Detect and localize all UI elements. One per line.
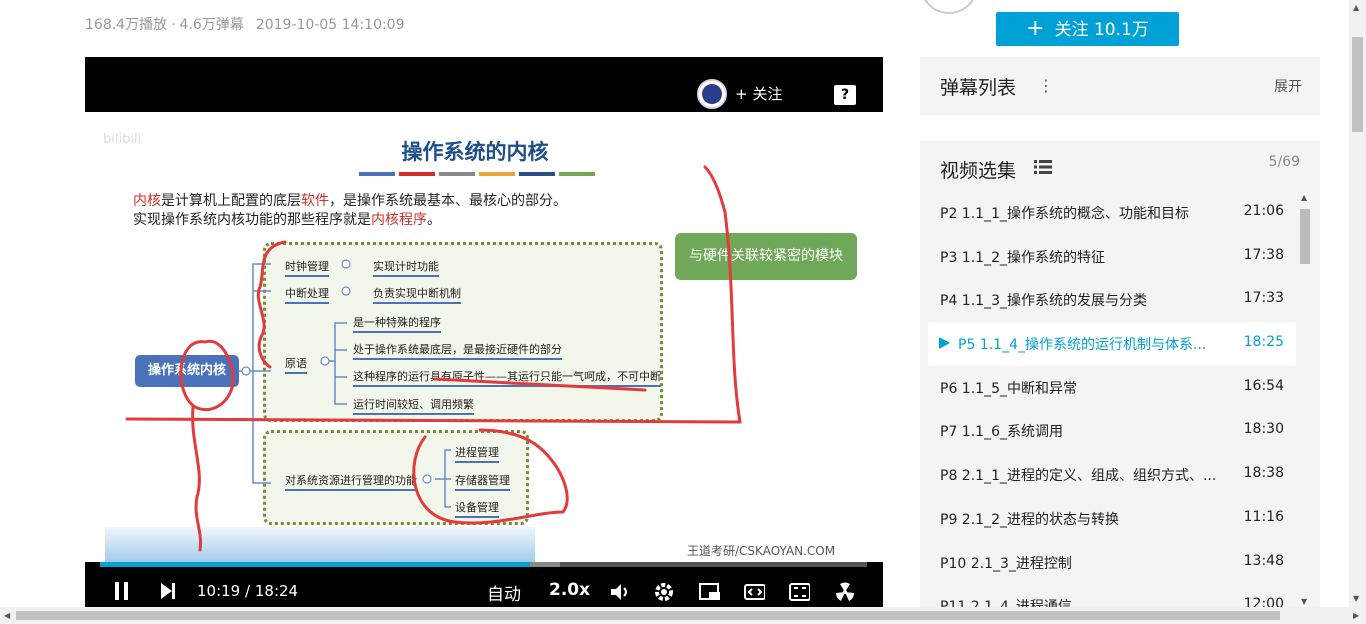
- episode-item[interactable]: P7 1.1_6_系统调用 18:30: [928, 409, 1296, 453]
- follow-button[interactable]: + 关注 10.1万: [996, 12, 1179, 46]
- page-vertical-scrollbar[interactable]: ▲ ▼: [1349, 0, 1366, 607]
- episode-item[interactable]: P6 1.1_5_中断和异常 16:54: [928, 366, 1296, 410]
- page-scroll-up-icon[interactable]: ▲: [1353, 3, 1359, 12]
- speed-select[interactable]: 2.0x: [549, 580, 590, 600]
- episode-item[interactable]: P10 2.1_3_进程控制 13:48: [928, 541, 1296, 585]
- view-count: 168.4万播放: [85, 17, 168, 33]
- episode-list-scrollbar[interactable]: ▲ ▼: [1298, 191, 1312, 611]
- episode-duration: 17:33: [1243, 290, 1284, 307]
- widescreen-icon[interactable]: [743, 581, 765, 603]
- episode-duration: 11:16: [1243, 508, 1284, 525]
- episode-title: P3 1.1_2_操作系统的特征: [940, 249, 1105, 266]
- page-scroll-left-icon[interactable]: ◀: [4, 611, 10, 620]
- scroll-up-arrow-icon[interactable]: ▲: [1301, 193, 1307, 202]
- pause-icon[interactable]: [113, 581, 135, 603]
- danmaku-count: 4.6万弹幕: [179, 17, 244, 33]
- page-horizontal-scrollbar[interactable]: ◀ ▶: [0, 607, 1366, 624]
- web-fullscreen-icon[interactable]: [788, 581, 810, 603]
- episode-title: P4 1.1_3_操作系统的发展与分类: [940, 293, 1147, 310]
- episode-list: P2 1.1_1_操作系统的概念、功能和目标 21:06 P3 1.1_2_操作系…: [928, 191, 1296, 611]
- episode-count: 5/69: [1268, 154, 1300, 170]
- player-follow-button[interactable]: + 关注: [735, 83, 782, 104]
- fullscreen-icon[interactable]: [833, 580, 855, 602]
- publish-date: 2019-10-05 14:10:09: [255, 17, 405, 33]
- page-scroll-down-icon[interactable]: ▼: [1353, 594, 1359, 603]
- help-icon[interactable]: ?: [834, 85, 856, 105]
- quality-select[interactable]: 自动: [487, 580, 521, 605]
- time-display: 10:19 / 18:24: [197, 582, 299, 600]
- volume-icon[interactable]: [609, 581, 631, 603]
- list-view-icon[interactable]: [1034, 160, 1052, 174]
- picture-in-picture-icon[interactable]: [698, 581, 720, 603]
- episode-duration: 18:25: [1243, 334, 1284, 351]
- episode-title: P9 2.1_2_进程的状态与转换: [940, 511, 1119, 528]
- video-player[interactable]: + 关注 ? bilibili 操作系统的内核 内核是计算机上配置的底层软件，是…: [85, 57, 883, 607]
- uploader-avatar-partial[interactable]: [920, 0, 978, 14]
- episode-title: P5 1.1_4_操作系统的运行机制与体系...: [958, 337, 1207, 354]
- episode-item[interactable]: P2 1.1_1_操作系统的概念、功能和目标 21:06: [928, 191, 1296, 235]
- plus-icon: +: [1026, 16, 1045, 41]
- episode-list-panel: 视频选集 5/69 P2 1.1_1_操作系统的概念、功能和目标 21:06 P3…: [920, 141, 1320, 611]
- page-vertical-thumb[interactable]: [1352, 37, 1363, 132]
- danmaku-list-panel: 弹幕列表 ⋮ 展开: [920, 57, 1320, 115]
- stats-separator: ·: [171, 17, 176, 33]
- uploader-avatar-icon[interactable]: [697, 79, 727, 109]
- red-annotations: [125, 165, 742, 552]
- episode-title: P6 1.1_5_中断和异常: [940, 380, 1077, 397]
- video-frame[interactable]: bilibili 操作系统的内核 内核是计算机上配置的底层软件，是操作系统最基本…: [85, 112, 883, 562]
- episode-duration: 21:06: [1243, 203, 1284, 219]
- settings-gear-icon[interactable]: [653, 581, 675, 603]
- episode-item[interactable]: P8 2.1_1_进程的定义、组成、组织方式、... 18:38: [928, 453, 1296, 497]
- episode-scroll-thumb[interactable]: [1300, 209, 1310, 264]
- episode-title: P7 1.1_6_系统调用: [940, 424, 1063, 441]
- episode-item-active[interactable]: P5 1.1_4_操作系统的运行机制与体系... 18:25: [928, 322, 1296, 366]
- page-horizontal-thumb[interactable]: [16, 611, 1280, 620]
- episode-duration: 18:30: [1243, 421, 1284, 438]
- player-top-bar: + 关注 ?: [85, 57, 883, 112]
- episode-title: P8 2.1_1_进程的定义、组成、组织方式、...: [940, 468, 1217, 485]
- danmaku-list-title: 弹幕列表: [940, 77, 1017, 99]
- danmaku-expand-button[interactable]: 展开: [1274, 76, 1302, 96]
- total-time: 18:24: [254, 582, 299, 600]
- episode-title: P10 2.1_3_进程控制: [940, 555, 1072, 572]
- page-scroll-right-icon[interactable]: ▶: [1353, 611, 1359, 620]
- episodes-title: 视频选集: [940, 160, 1017, 182]
- episode-title: P2 1.1_1_操作系统的概念、功能和目标: [940, 206, 1189, 222]
- video-stats: 168.4万播放 · 4.6万弹幕 2019-10-05 14:10:09: [85, 14, 417, 34]
- now-playing-icon: [939, 337, 950, 350]
- episode-duration: 13:48: [1243, 552, 1284, 569]
- player-controls: 10:19 / 18:24 自动 2.0x: [85, 567, 883, 607]
- episode-duration: 18:38: [1243, 465, 1284, 482]
- follow-button-label: 关注 10.1万: [1054, 20, 1149, 40]
- episode-item[interactable]: P3 1.1_2_操作系统的特征 17:38: [928, 235, 1296, 279]
- scroll-down-arrow-icon[interactable]: ▼: [1301, 597, 1307, 606]
- episode-item[interactable]: P9 2.1_2_进程的状态与转换 11:16: [928, 497, 1296, 541]
- episode-duration: 16:54: [1243, 377, 1284, 394]
- more-options-icon[interactable]: ⋮: [1038, 76, 1054, 95]
- next-icon[interactable]: [159, 582, 181, 604]
- current-time: 10:19: [197, 582, 241, 600]
- episode-item[interactable]: P4 1.1_3_操作系统的发展与分类 17:33: [928, 278, 1296, 322]
- episode-duration: 17:38: [1243, 246, 1284, 263]
